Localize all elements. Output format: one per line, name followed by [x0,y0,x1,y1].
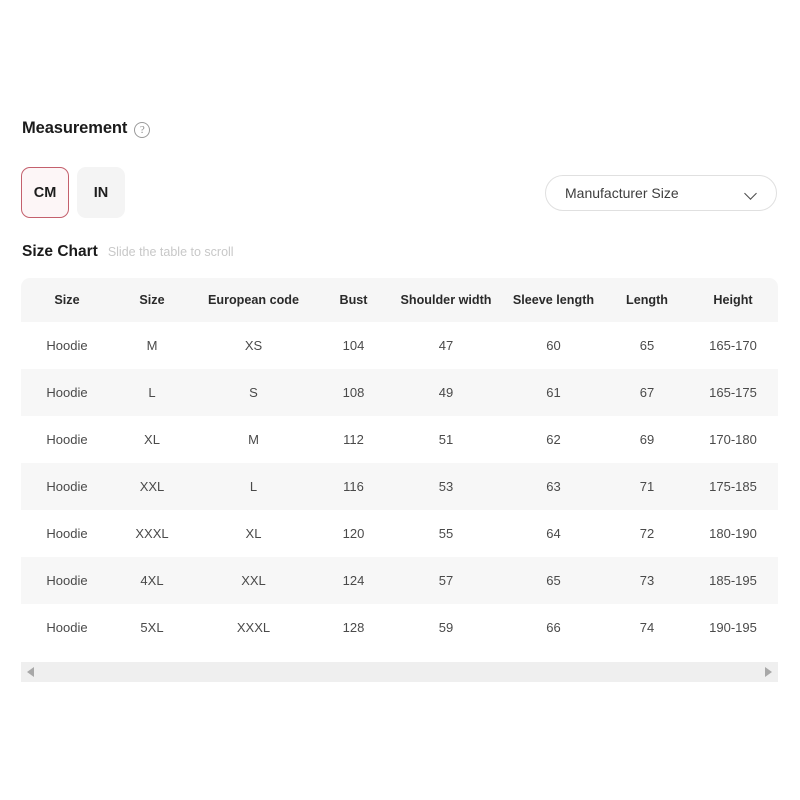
table-cell: 165-175 [688,369,778,416]
chevron-down-icon [745,189,758,197]
arrow-right-icon[interactable] [765,667,772,677]
size-table: Size Size European code Bust Shoulder width S… [21,278,778,651]
unit-button-in[interactable]: IN [77,167,125,218]
measurement-section-header: Measurement ? [22,119,151,138]
table-cell: 190-195 [688,604,778,651]
table-row: Hoodie 5XL XXXL 128 59 66 74 190-195 [21,604,778,651]
unit-button-in-label: IN [93,184,109,201]
table-cell: 64 [501,510,606,557]
table-cell: XL [113,416,191,463]
table-cell: M [113,322,191,369]
table-cell: 170-180 [688,416,778,463]
table-row: Hoodie 4XL XXL 124 57 65 73 185-195 [21,557,778,604]
table-cell: 65 [606,322,688,369]
table-cell: 180-190 [688,510,778,557]
table-column-header: Size [113,278,191,322]
question-circle-icon[interactable]: ? [134,121,151,138]
table-cell: 60 [501,322,606,369]
table-row: Hoodie XXXL XL 120 55 64 72 180-190 [21,510,778,557]
horizontal-scrollbar[interactable] [21,662,778,682]
table-cell: XXXL [113,510,191,557]
table-cell: 112 [316,416,391,463]
table-column-header: Bust [316,278,391,322]
table-cell: Hoodie [21,322,113,369]
table-row: Hoodie XXL L 116 53 63 71 175-185 [21,463,778,510]
table-cell: 74 [606,604,688,651]
table-cell: 67 [606,369,688,416]
size-chart-scroll-hint: Slide the table to scroll [107,245,234,259]
table-cell: 63 [501,463,606,510]
table-cell: 108 [316,369,391,416]
table-row: Hoodie M XS 104 47 60 65 165-170 [21,322,778,369]
table-cell: 49 [391,369,501,416]
table-cell: 165-170 [688,322,778,369]
table-cell: 104 [316,322,391,369]
size-chart-header: Size Chart Slide the table to scroll [22,243,234,261]
table-cell: 4XL [113,557,191,604]
table-cell: 61 [501,369,606,416]
size-table-head: Size Size European code Bust Shoulder width S… [21,278,778,322]
table-cell: 175-185 [688,463,778,510]
table-cell: 185-195 [688,557,778,604]
manufacturer-size-select[interactable]: Manufacturer Size [545,175,777,211]
table-cell: 72 [606,510,688,557]
table-cell: 57 [391,557,501,604]
table-cell: XXXL [191,604,316,651]
table-cell: Hoodie [21,557,113,604]
table-cell: XS [191,322,316,369]
table-cell: 47 [391,322,501,369]
table-cell: XXL [191,557,316,604]
table-cell: 73 [606,557,688,604]
scrollbar-track[interactable] [34,662,765,682]
unit-toggle-group: CM IN [21,167,125,218]
unit-button-cm[interactable]: CM [21,167,69,218]
table-cell: 62 [501,416,606,463]
table-cell: Hoodie [21,510,113,557]
table-cell: L [191,463,316,510]
size-table-body: Hoodie M XS 104 47 60 65 165-170 Hoodie L S 108 49 61… [21,322,778,651]
table-cell: Hoodie [21,416,113,463]
table-cell: XXL [113,463,191,510]
table-cell: 5XL [113,604,191,651]
table-cell: Hoodie [21,369,113,416]
table-cell: 120 [316,510,391,557]
table-cell: 55 [391,510,501,557]
table-cell: 69 [606,416,688,463]
table-column-header: Sleeve length [501,278,606,322]
unit-button-cm-label: CM [33,184,57,201]
size-chart-page: Measurement ? CM IN Manufacturer Size Si… [0,0,800,800]
table-row: Hoodie L S 108 49 61 67 165-175 [21,369,778,416]
table-cell: S [191,369,316,416]
table-cell: XL [191,510,316,557]
table-cell: 65 [501,557,606,604]
table-cell: L [113,369,191,416]
measurement-title: Measurement [22,119,128,137]
table-column-header: Shoulder width [391,278,501,322]
table-cell: 66 [501,604,606,651]
table-column-header: Length [606,278,688,322]
table-cell: 124 [316,557,391,604]
table-row: Hoodie XL M 112 51 62 69 170-180 [21,416,778,463]
table-cell: 71 [606,463,688,510]
table-header-row: Size Size European code Bust Shoulder width S… [21,278,778,322]
manufacturer-size-select-value: Manufacturer Size [565,185,679,201]
table-cell: 53 [391,463,501,510]
table-cell: 59 [391,604,501,651]
table-cell: 128 [316,604,391,651]
table-column-header: Size [21,278,113,322]
table-column-header: Height [688,278,778,322]
table-cell: M [191,416,316,463]
size-chart-title: Size Chart [22,243,98,260]
table-cell: Hoodie [21,463,113,510]
table-cell: Hoodie [21,604,113,651]
size-table-container[interactable]: Size Size European code Bust Shoulder width S… [21,278,778,651]
arrow-left-icon[interactable] [27,667,34,677]
table-column-header: European code [191,278,316,322]
table-cell: 116 [316,463,391,510]
table-cell: 51 [391,416,501,463]
